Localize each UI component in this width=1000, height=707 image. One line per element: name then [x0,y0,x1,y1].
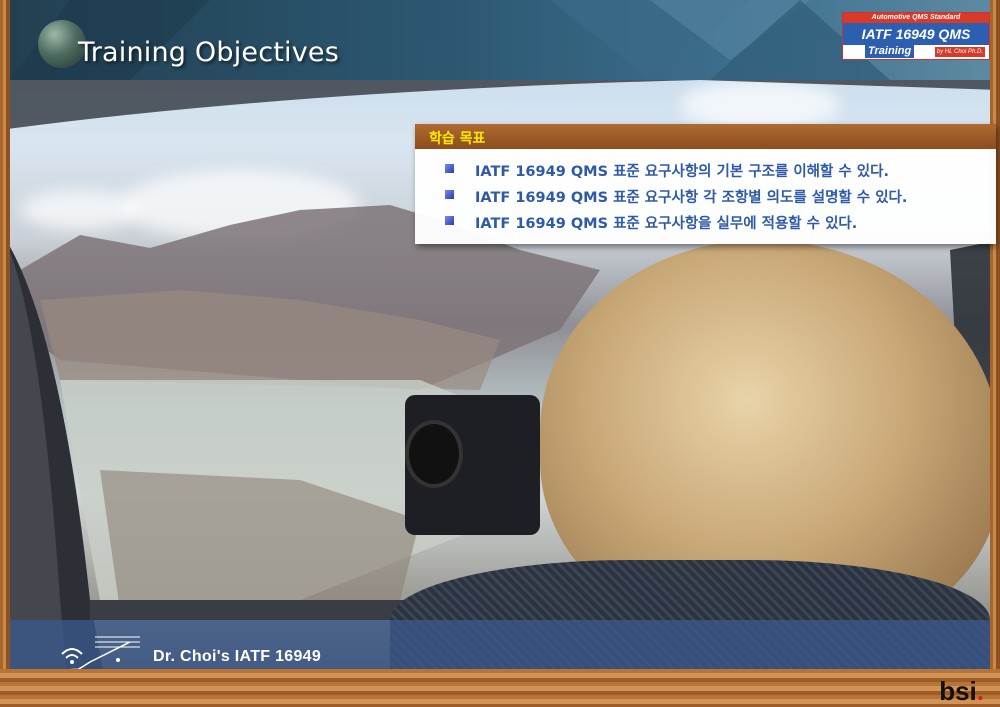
wood-border-left [0,0,10,707]
bsi-logo-dot: . [976,676,984,706]
logo-training: Training [865,44,915,58]
camera-lens [405,420,463,488]
square-bullet-icon [445,164,454,173]
footer-title: Dr. Choi's IATF 16949 [153,648,322,665]
logo-author: by HL Choi Ph.D. [934,47,985,57]
objective-text: IATF 16949 QMS 표준 요구사항의 기본 구조를 이해할 수 있다. [475,164,889,180]
objective-text: IATF 16949 QMS 표준 요구사항을 실무에 적용할 수 있다. [475,216,858,232]
objectives-heading: 학습 목표 [429,131,486,147]
wood-border-right [990,0,1000,707]
objectives-panel: 학습 목표 IATF 16949 QMS 표준 요구사항의 기본 구조를 이해할… [415,124,996,244]
logo-main-line: IATF 16949 QMS [843,23,989,45]
square-bullet-icon [445,216,454,225]
background-photo [0,0,1000,707]
course-logo: Automotive QMS Standard IATF 16949 QMS T… [842,12,990,60]
objectives-header: 학습 목표 [415,124,996,149]
bsi-logo: bsi. [939,676,984,707]
wood-border-bottom [0,669,1000,707]
objective-text: IATF 16949 QMS 표준 요구사항 각 조항별 의도를 설명할 수 있… [475,190,908,206]
bsi-logo-text: bsi [939,676,977,706]
logo-top-line: Automotive QMS Standard [843,13,989,23]
square-bullet-icon [445,190,454,199]
page-title: Training Objectives [78,37,340,68]
